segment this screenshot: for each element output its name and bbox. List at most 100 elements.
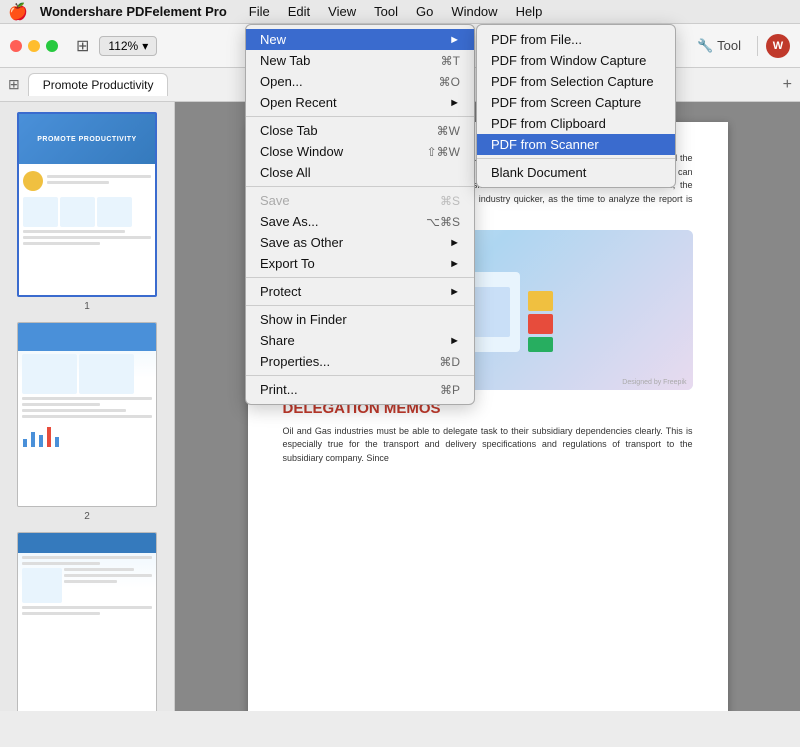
thumbnail-frame-3[interactable] (17, 532, 157, 711)
menubar-items: File Edit View Tool Go Window Help (241, 2, 551, 21)
menu-item-save[interactable]: Save ⌘S (246, 190, 474, 211)
menu-item-show-finder[interactable]: Show in Finder (246, 309, 474, 330)
menu-item-save-other-arrow: ► (449, 237, 460, 249)
menu-item-export-to[interactable]: Export To ► (246, 253, 474, 274)
menu-item-save-other[interactable]: Save as Other ► (246, 232, 474, 253)
submenu-item-pdf-from-selection-label: PDF from Selection Capture (491, 74, 654, 89)
zoom-selector[interactable]: 112% ▾ (99, 36, 157, 56)
thumb3-line-5 (64, 580, 117, 583)
menu-item-export-to-arrow: ► (449, 258, 460, 270)
thumb1-lines (47, 175, 151, 187)
menu-item-new[interactable]: New ► (246, 29, 474, 50)
menubar-item-edit[interactable]: Edit (280, 2, 318, 21)
submenu-item-pdf-from-screen-label: PDF from Screen Capture (491, 95, 641, 110)
thumbnail-number-1: 1 (84, 301, 90, 312)
thumbnail-frame-2[interactable] (17, 322, 157, 507)
menu-item-save-as-label: Save As... (260, 214, 319, 229)
submenu-item-blank-doc[interactable]: Blank Document (477, 162, 675, 183)
file-menu-dropdown[interactable]: New ► New Tab ⌘T Open... ⌘O Open Recent … (245, 24, 475, 405)
tab-grid-icon[interactable]: ⊞ (8, 76, 20, 93)
apple-logo: 🍎 (8, 2, 28, 22)
menu-item-close-all[interactable]: Close All (246, 162, 474, 183)
thumb3-fig-1 (22, 568, 62, 603)
thumb2-fig-2 (79, 354, 134, 394)
tool-button[interactable]: 🔧 Tool (689, 34, 749, 58)
menu-item-print[interactable]: Print... ⌘P (246, 379, 474, 400)
tool-label: Tool (717, 38, 741, 53)
thumb2-bar-4 (47, 427, 51, 447)
new-tab-button[interactable]: + (783, 76, 792, 94)
menubar-item-tool[interactable]: Tool (366, 2, 406, 21)
menu-item-open-recent-label: Open Recent (260, 95, 337, 110)
menu-item-close-window-label: Close Window (260, 144, 343, 159)
menu-item-protect-label: Protect (260, 284, 301, 299)
submenu-item-pdf-from-window[interactable]: PDF from Window Capture (477, 50, 675, 71)
menu-item-print-label: Print... (260, 382, 298, 397)
menu-item-close-tab[interactable]: Close Tab ⌘W (246, 120, 474, 141)
thumb3-text-block (64, 568, 152, 603)
thumb2-bar-1 (23, 439, 27, 447)
thumbnail-frame-1[interactable]: PROMOTE PRODUCTIVITY (17, 112, 157, 297)
menu-item-protect-arrow: ► (449, 286, 460, 298)
minimize-traffic-button[interactable] (28, 40, 40, 52)
menubar-item-file[interactable]: File (241, 2, 278, 21)
thumb3-line-1 (22, 556, 152, 559)
submenu-item-pdf-from-clipboard[interactable]: PDF from Clipboard (477, 113, 675, 134)
thumb3-line-7 (22, 612, 100, 615)
thumb3-line-4 (64, 574, 152, 577)
menu-item-properties[interactable]: Properties... ⌘D (246, 351, 474, 372)
thumbnail-item-2[interactable]: 2 (10, 322, 164, 522)
tab-promote-productivity[interactable]: Promote Productivity (28, 73, 169, 96)
menu-item-share[interactable]: Share ► (246, 330, 474, 351)
menu-item-print-shortcut: ⌘P (440, 383, 460, 397)
menu-sep-4 (246, 305, 474, 306)
submenu-item-pdf-from-scanner[interactable]: PDF from Scanner (477, 134, 675, 155)
menu-item-new-tab-shortcut: ⌘T (441, 54, 460, 68)
grid-view-icon[interactable]: ⊞ (76, 36, 89, 56)
submenu-item-pdf-from-file[interactable]: PDF from File... (477, 29, 675, 50)
user-avatar[interactable]: W (766, 34, 790, 58)
menu-item-open-recent-arrow: ► (449, 97, 460, 109)
menu-item-save-label: Save (260, 193, 290, 208)
menu-item-open[interactable]: Open... ⌘O (246, 71, 474, 92)
menubar-item-view[interactable]: View (320, 2, 364, 21)
thumb2-bar-5 (55, 437, 59, 447)
thumbnail-item-3[interactable]: 3 (10, 532, 164, 711)
thumb2-line-2 (22, 403, 100, 406)
thumb1-fig-3 (97, 197, 132, 227)
close-traffic-button[interactable] (10, 40, 22, 52)
thumbnail-number-2: 2 (84, 511, 90, 522)
thumb3-line-6 (22, 606, 152, 609)
menubar-item-help[interactable]: Help (508, 2, 551, 21)
thumb1-line-5 (23, 242, 100, 245)
menu-item-save-other-label: Save as Other (260, 235, 343, 250)
menu-item-protect[interactable]: Protect ► (246, 281, 474, 302)
menubar-item-window[interactable]: Window (443, 2, 505, 21)
thumb1-trophy-icon (23, 171, 43, 191)
submenu-item-pdf-from-file-label: PDF from File... (491, 32, 582, 47)
thumbnail-item-1[interactable]: PROMOTE PRODUCTIVITY (10, 112, 164, 312)
thumb1-fig-2 (60, 197, 95, 227)
maximize-traffic-button[interactable] (46, 40, 58, 52)
submenu-item-pdf-from-screen[interactable]: PDF from Screen Capture (477, 92, 675, 113)
menu-item-properties-shortcut: ⌘D (439, 355, 460, 369)
menu-item-save-as[interactable]: Save As... ⌥⌘S (246, 211, 474, 232)
menu-item-open-recent[interactable]: Open Recent ► (246, 92, 474, 113)
submenu-item-pdf-from-scanner-label: PDF from Scanner (491, 137, 599, 152)
new-submenu-dropdown[interactable]: PDF from File... PDF from Window Capture… (476, 24, 676, 188)
thumb3-line-2 (22, 562, 100, 565)
menubar-item-go[interactable]: Go (408, 2, 441, 21)
thumb1-header: PROMOTE PRODUCTIVITY (19, 114, 155, 164)
app-name: Wondershare PDFelement Pro (40, 4, 227, 19)
menu-item-new-arrow: ► (449, 34, 460, 46)
menu-item-new-label: New (260, 32, 286, 47)
menu-sep-1 (246, 116, 474, 117)
menu-item-close-window[interactable]: Close Window ⇧⌘W (246, 141, 474, 162)
submenu-item-pdf-from-selection[interactable]: PDF from Selection Capture (477, 71, 675, 92)
menu-item-new-tab[interactable]: New Tab ⌘T (246, 50, 474, 71)
menubar: 🍎 Wondershare PDFelement Pro File Edit V… (0, 0, 800, 24)
menu-item-save-shortcut: ⌘S (440, 194, 460, 208)
menu-item-export-to-label: Export To (260, 256, 315, 271)
menu-item-close-tab-label: Close Tab (260, 123, 318, 138)
menu-item-share-arrow: ► (449, 335, 460, 347)
